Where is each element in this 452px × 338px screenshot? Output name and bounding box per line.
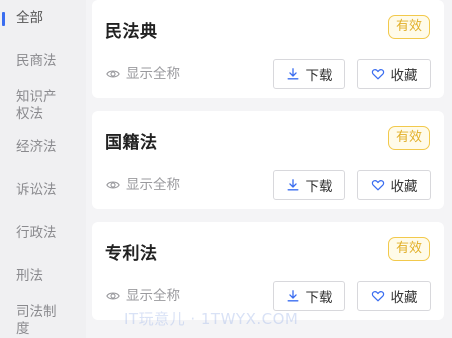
download-label: 下载 — [305, 179, 333, 195]
collect-label: 收藏 — [390, 290, 418, 306]
sidebar-item-label: 经济法 — [16, 139, 57, 155]
sidebar-item-label: 行政法 — [16, 225, 57, 241]
collect-button[interactable]: 收藏 — [357, 170, 431, 200]
download-icon — [287, 290, 298, 302]
sidebar-item-label-line2: 权法 — [16, 106, 43, 122]
law-card[interactable]: 国籍法 有效 显示全称 下载 收藏 — [92, 111, 444, 209]
show-full-name-toggle[interactable]: 显示全称 — [106, 65, 180, 83]
eye-icon — [106, 181, 120, 189]
sidebar-item-administrative-law[interactable]: 行政法 — [0, 225, 86, 242]
sidebar-item-label: 刑法 — [16, 268, 43, 284]
download-icon — [287, 68, 298, 80]
show-full-name-label: 显示全称 — [126, 66, 180, 82]
show-full-name-toggle[interactable]: 显示全称 — [106, 287, 180, 305]
law-card[interactable]: 专利法 有效 显示全称 下载 收藏 — [92, 222, 444, 320]
download-button[interactable]: 下载 — [273, 281, 345, 311]
eye-icon — [106, 292, 120, 300]
download-button[interactable]: 下载 — [273, 170, 345, 200]
sidebar-item-all[interactable]: 全部 — [0, 10, 86, 27]
law-card[interactable]: 民法典 有效 显示全称 下载 收藏 — [92, 0, 444, 98]
sidebar-item-label-line1: 知识产 — [16, 89, 57, 105]
heart-icon — [371, 180, 384, 191]
collect-label: 收藏 — [390, 179, 418, 195]
sidebar-item-intellectual-property-law[interactable]: 知识产 权法 — [0, 89, 86, 123]
law-title: 民法典 — [105, 22, 158, 42]
sidebar-item-label-line1: 司法制 — [16, 304, 57, 320]
sidebar-item-label: 民商法 — [16, 53, 57, 69]
heart-icon — [371, 69, 384, 80]
download-label: 下载 — [305, 68, 333, 84]
show-full-name-label: 显示全称 — [126, 177, 180, 193]
collect-label: 收藏 — [390, 68, 418, 84]
eye-icon — [106, 70, 120, 78]
collect-button[interactable]: 收藏 — [357, 281, 431, 311]
status-badge: 有效 — [387, 126, 430, 150]
sidebar-item-civil-commercial-law[interactable]: 民商法 — [0, 53, 86, 70]
sidebar-item-criminal-law[interactable]: 刑法 — [0, 268, 86, 285]
collect-button[interactable]: 收藏 — [357, 59, 431, 89]
heart-icon — [371, 291, 384, 302]
sidebar-item-procedural-law[interactable]: 诉讼法 — [0, 182, 86, 199]
sidebar-item-label-line2: 度 — [16, 321, 30, 337]
download-label: 下载 — [305, 290, 333, 306]
show-full-name-label: 显示全称 — [126, 288, 180, 304]
status-badge: 有效 — [387, 15, 430, 39]
show-full-name-toggle[interactable]: 显示全称 — [106, 176, 180, 194]
sidebar-item-label: 诉讼法 — [16, 182, 57, 198]
sidebar-item-label: 全部 — [16, 10, 43, 26]
sidebar-item-judicial-system[interactable]: 司法制 度 — [0, 304, 86, 338]
law-list: 民法典 有效 显示全称 下载 收藏 国籍法 有效 显示全称 下载 收藏 专利法 … — [86, 0, 452, 338]
law-title: 国籍法 — [105, 133, 158, 153]
sidebar-item-economic-law[interactable]: 经济法 — [0, 139, 86, 156]
active-indicator — [2, 12, 5, 26]
watermark: IT玩意儿 · 1TWYX.COM — [124, 310, 299, 328]
status-badge: 有效 — [387, 237, 430, 261]
law-title: 专利法 — [105, 244, 158, 264]
category-sidebar: 全部 民商法 知识产 权法 经济法 诉讼法 行政法 刑法 司法制 度 — [0, 0, 86, 338]
download-button[interactable]: 下载 — [273, 59, 345, 89]
download-icon — [287, 179, 298, 191]
